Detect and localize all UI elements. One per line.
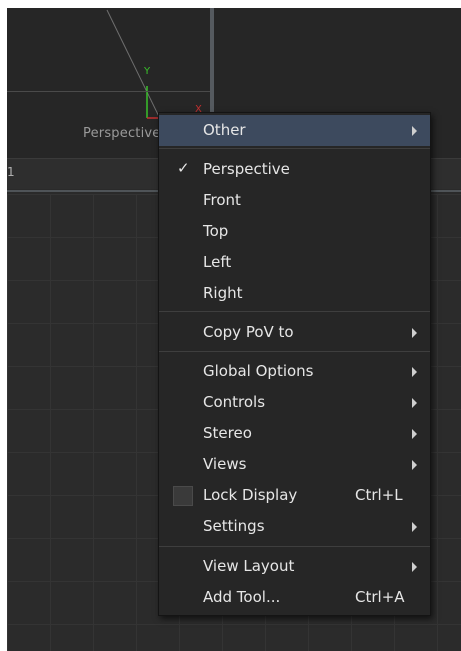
context-menu: Other ✓ Perspective Front Top Left Right… <box>158 112 431 616</box>
menu-item-label: Left <box>203 253 232 271</box>
menu-item-label: Add Tool... <box>203 588 281 606</box>
menu-item-lock-display[interactable]: Lock Display Ctrl+L <box>159 480 430 511</box>
horizon-line <box>7 91 210 92</box>
menu-item-settings[interactable]: Settings <box>159 511 430 542</box>
menu-item-copy-pov-to[interactable]: Copy PoV to <box>159 317 430 348</box>
view-label: Perspective <box>83 126 161 141</box>
menu-separator <box>159 351 430 352</box>
menu-item-controls[interactable]: Controls <box>159 387 430 418</box>
menu-item-views[interactable]: Views <box>159 449 430 480</box>
menu-separator <box>159 546 430 547</box>
submenu-arrow-icon <box>412 562 417 572</box>
menu-item-global-options[interactable]: Global Options <box>159 356 430 387</box>
menu-item-label: Top <box>203 222 229 240</box>
checkbox-icon <box>173 486 193 506</box>
menu-item-other[interactable]: Other <box>159 115 430 146</box>
menu-item-label: Copy PoV to <box>203 323 294 341</box>
shortcut-label: Ctrl+L <box>355 486 403 504</box>
menu-separator <box>159 311 430 312</box>
submenu-arrow-icon <box>412 398 417 408</box>
menu-item-label: Lock Display <box>203 486 298 504</box>
menu-item-right[interactable]: Right <box>159 278 430 309</box>
menu-item-stereo[interactable]: Stereo <box>159 418 430 449</box>
menu-item-label: Front <box>203 191 241 209</box>
menu-item-label: Global Options <box>203 362 314 380</box>
submenu-arrow-icon <box>412 328 417 338</box>
submenu-arrow-icon <box>412 429 417 439</box>
strip-label: 1 <box>7 165 15 179</box>
menu-item-label: Other <box>203 121 246 139</box>
submenu-arrow-icon <box>412 126 417 136</box>
submenu-arrow-icon <box>412 367 417 377</box>
menu-item-label: Settings <box>203 517 265 535</box>
menu-item-label: Stereo <box>203 424 252 442</box>
menu-item-label: Views <box>203 455 247 473</box>
menu-item-top[interactable]: Top <box>159 216 430 247</box>
shortcut-label: Ctrl+A <box>355 588 405 606</box>
menu-item-label: Perspective <box>203 160 290 178</box>
submenu-arrow-icon <box>412 522 417 532</box>
menu-item-perspective[interactable]: ✓ Perspective <box>159 154 430 185</box>
menu-separator <box>159 148 430 149</box>
menu-item-label: Controls <box>203 393 266 411</box>
menu-item-label: View Layout <box>203 557 295 575</box>
menu-item-left[interactable]: Left <box>159 247 430 278</box>
y-axis-label: Y <box>143 66 151 77</box>
menu-item-front[interactable]: Front <box>159 185 430 216</box>
menu-item-add-tool[interactable]: Add Tool... Ctrl+A <box>159 582 430 613</box>
menu-item-label: Right <box>203 284 243 302</box>
submenu-arrow-icon <box>412 460 417 470</box>
checkmark-icon: ✓ <box>177 159 190 177</box>
menu-item-view-layout[interactable]: View Layout <box>159 551 430 582</box>
